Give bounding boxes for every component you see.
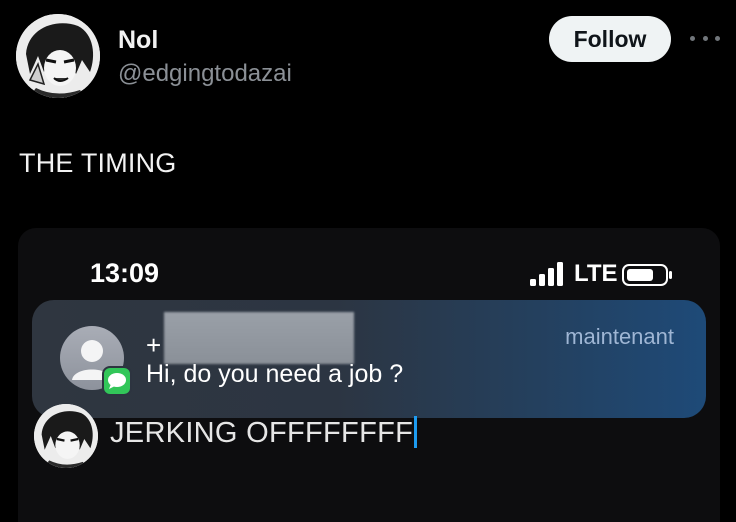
notification-timestamp: maintenant xyxy=(565,324,674,349)
message-preview: Hi, do you need a job ? xyxy=(146,360,404,388)
redacted-sender-number xyxy=(164,312,354,364)
follow-button[interactable]: Follow xyxy=(549,16,671,62)
compose-text-field[interactable]: JERKING OFFFFFFFF xyxy=(110,416,418,450)
sender-prefix: + xyxy=(146,330,162,360)
author-display-name[interactable]: Nol xyxy=(118,26,158,55)
anime-avatar-icon xyxy=(16,14,100,98)
network-type-label: LTE xyxy=(574,260,618,287)
tweet-view: Nol @edgingtodazai Follow THE TIMING 13:… xyxy=(0,0,736,522)
author-avatar[interactable] xyxy=(16,14,100,98)
status-bar-time: 13:09 xyxy=(90,258,160,288)
tweet-text: THE TIMING xyxy=(19,148,177,178)
more-horizontal-icon[interactable] xyxy=(690,28,720,48)
anime-avatar-icon xyxy=(34,404,98,468)
author-handle[interactable]: @edgingtodazai xyxy=(118,60,292,88)
tweet-media-image[interactable]: 13:09 LTE + Hi, do you need a job ? main… xyxy=(18,228,720,522)
messages-app-icon xyxy=(102,366,132,396)
cellular-signal-icon xyxy=(530,262,563,286)
compose-text: JERKING OFFFFFFFF xyxy=(110,417,414,449)
text-caret xyxy=(414,416,418,448)
battery-icon xyxy=(622,264,672,286)
compose-avatar xyxy=(34,404,98,468)
message-notification-banner[interactable]: + Hi, do you need a job ? maintenant xyxy=(32,300,706,418)
